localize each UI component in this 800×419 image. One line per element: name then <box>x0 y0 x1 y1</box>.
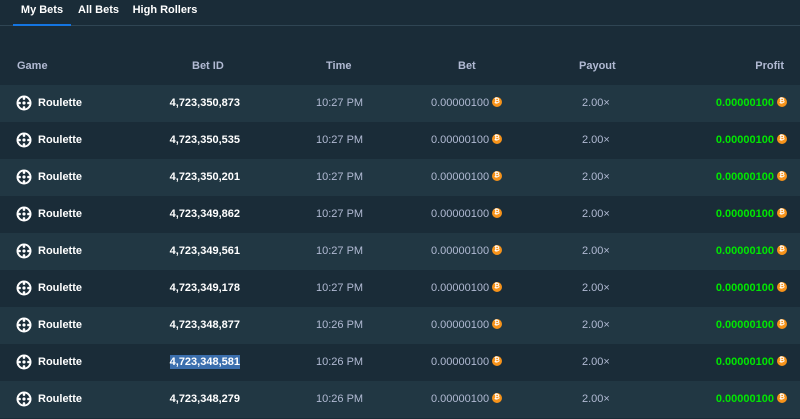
bet-profit: 0.00000100 <box>715 171 774 183</box>
tab-high-rollers[interactable]: High Rollers <box>132 0 198 24</box>
table-row[interactable]: Roulette 4,723,349,561 10:27 PM 0.00000100 ₿… <box>0 233 800 270</box>
bitcoin-icon: ₿ <box>777 134 787 144</box>
bitcoin-icon: ₿ <box>777 171 787 181</box>
bet-profit: 0.00000100 <box>715 134 774 146</box>
table-row[interactable]: Roulette 4,723,349,862 10:27 PM 0.00000100 ₿… <box>0 196 800 233</box>
bitcoin-icon: ₿ <box>777 393 787 403</box>
table-row[interactable]: Roulette 4,723,348,279 10:26 PM 0.00000100 ₿… <box>0 381 800 418</box>
table-header: Game Bet ID Time Bet Payout Profit <box>0 52 800 80</box>
bitcoin-icon: ₿ <box>777 319 787 329</box>
bitcoin-icon: ₿ <box>777 282 787 292</box>
bitcoin-icon: ₿ <box>777 97 787 107</box>
bets-tab-bar: My Bets All Bets High Rollers <box>0 0 800 26</box>
bitcoin-icon: ₿ <box>777 208 787 218</box>
table-row[interactable]: Roulette 4,723,349,178 10:27 PM 0.00000100 ₿… <box>0 270 800 307</box>
bet-profit: 0.00000100 <box>715 356 774 368</box>
column-header-profit[interactable]: Profit <box>755 60 784 72</box>
bet-profit: 0.00000100 <box>715 319 774 331</box>
bet-profit: 0.00000100 <box>715 393 774 405</box>
column-header-game[interactable]: Game <box>17 60 48 72</box>
bet-profit: 0.00000100 <box>715 97 774 109</box>
bitcoin-icon: ₿ <box>777 356 787 366</box>
bet-profit: 0.00000100 <box>715 282 774 294</box>
column-header-payout[interactable]: Payout <box>579 60 616 72</box>
bitcoin-icon: ₿ <box>777 245 787 255</box>
tab-my-bets[interactable]: My Bets <box>13 0 71 26</box>
bet-profit: 0.00000100 <box>715 208 774 220</box>
table-row[interactable]: Roulette 4,723,350,201 10:27 PM 0.00000100 ₿… <box>0 159 800 196</box>
table-row[interactable]: Roulette 4,723,350,535 10:27 PM 0.00000100 ₿… <box>0 122 800 159</box>
column-header-bet[interactable]: Bet <box>458 60 476 72</box>
table-row[interactable]: Roulette 4,723,348,877 10:26 PM 0.00000100 ₿… <box>0 307 800 344</box>
tab-all-bets[interactable]: All Bets <box>76 0 121 24</box>
bet-profit: 0.00000100 <box>715 245 774 257</box>
table-row[interactable]: Roulette 4,723,348,581 10:26 PM 0.00000100 ₿… <box>0 344 800 381</box>
column-header-bet-id[interactable]: Bet ID <box>192 60 224 72</box>
table-row[interactable]: Roulette 4,723,350,873 10:27 PM 0.00000100 ₿… <box>0 85 800 122</box>
column-header-time[interactable]: Time <box>326 60 351 72</box>
